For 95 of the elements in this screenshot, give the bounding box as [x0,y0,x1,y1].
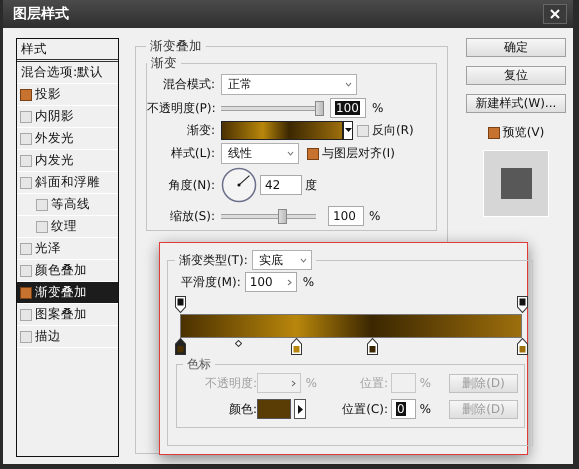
reverse-checkbox[interactable]: 反向(R) [357,122,414,139]
dropdown-button[interactable] [343,121,353,140]
dialog-button[interactable]: 复位 [466,66,566,85]
midpoint-diamond[interactable] [235,340,242,347]
section-title: 渐变叠加 [150,38,202,53]
checkbox[interactable] [20,308,32,320]
field-value: 100 [250,275,273,289]
style-list-item[interactable]: 纹理 [17,216,118,238]
unit-label: % [369,209,380,223]
slider-thumb[interactable] [315,100,324,116]
opacity-field[interactable] [257,373,301,393]
field-label: 不透明度(P): [147,100,215,116]
preview-checkbox[interactable]: 预览(V) [488,124,544,141]
unit-label: % [420,402,431,416]
field-label: 位置: [358,374,389,392]
caret-icon [344,128,352,133]
checkbox[interactable] [20,330,32,342]
chevron-icon [290,380,296,386]
checkbox[interactable] [20,242,32,254]
color-swatch[interactable] [257,399,291,419]
field-label: 不透明度: [204,374,257,392]
checkbox[interactable] [20,286,32,298]
checkbox[interactable] [488,126,500,138]
checkbox[interactable] [20,176,32,188]
window-title: 图层样式 [13,5,69,23]
color-menu-button[interactable] [294,399,306,419]
style-list-item[interactable]: 等高线 [17,194,118,216]
dialog-button[interactable]: 确定 [466,38,566,57]
field-value: 100 [335,101,360,115]
color-stop[interactable] [517,338,528,355]
style-select[interactable]: 线性 [221,143,299,164]
field-label: 颜色: [228,400,257,418]
scale-field[interactable]: 100 [328,206,364,226]
style-list-item[interactable]: 光泽 [17,238,118,260]
style-list-item[interactable]: 图案叠加 [17,304,118,326]
group-title: 色标 [187,356,211,373]
dialog-button[interactable]: 新建样式(W)... [466,94,566,113]
unit-label: % [306,376,317,390]
smoothness-field[interactable]: 100 [244,272,297,292]
checkbox[interactable] [36,220,48,232]
preview-square [500,168,532,199]
style-list-item[interactable]: 外发光 [17,128,118,150]
field-value: 0 [396,402,406,416]
slider-thumb[interactable] [278,208,287,224]
checkbox[interactable] [36,198,48,210]
unit-label: % [420,376,431,390]
style-list-item[interactable]: 斜面和浮雕 [17,172,118,194]
style-list-item[interactable]: 混合选项:默认 [17,62,118,84]
style-list-item[interactable]: 投影 [17,84,118,106]
field-label: 平滑度(M): [181,274,241,290]
chevron-icon [286,278,292,286]
style-list-item[interactable]: 渐变叠加 [17,282,118,304]
list-header: 样式 [17,39,118,62]
field-label: 角度(N): [168,176,215,194]
opacity-stop[interactable] [175,296,186,313]
field-label: 样式(L): [170,145,215,162]
angle-dial[interactable] [221,167,257,203]
triangle-icon [298,404,302,414]
style-list-item[interactable]: 内阴影 [17,106,118,128]
style-list-item[interactable]: 内发光 [17,150,118,172]
field-label: 渐变: [186,122,215,139]
checkbox[interactable] [20,132,32,144]
field-label: 缩放(S): [168,208,215,224]
angle-field[interactable]: 42 [260,175,302,195]
align-checkbox[interactable]: 与图层对齐(I) [307,145,395,162]
color-stop[interactable] [175,338,186,355]
unit-label: 度 [305,176,317,194]
caret-icon [300,258,307,262]
color-stop[interactable] [366,338,378,355]
style-list-item[interactable]: 描边 [17,326,118,348]
opacity-field[interactable]: 100 [330,98,366,118]
field-label: 位置(C): [341,400,389,418]
color-stop[interactable] [291,338,302,355]
gradient-type-select[interactable]: 实底 [252,250,312,270]
location-field[interactable] [391,373,416,393]
group-title: 渐变 [151,55,177,70]
field-value: 100 [333,209,356,223]
checkbox[interactable] [20,88,32,100]
unit-label: % [372,101,384,115]
opacity-stop[interactable] [517,296,528,313]
blend-mode-select[interactable]: 正常 [221,74,357,95]
unit-label: % [302,275,314,289]
checkbox[interactable] [307,148,319,160]
field-label: 渐变类型(T): [179,252,248,268]
checkbox[interactable] [20,264,32,276]
caret-icon [287,151,294,156]
field-label: 混合模式: [162,76,215,93]
checkbox[interactable] [357,124,369,136]
caret-icon [345,82,352,87]
location-field[interactable]: 0 [391,399,416,419]
gradient-swatch[interactable] [221,121,343,140]
close-button[interactable] [543,4,567,24]
checkbox[interactable] [20,110,32,122]
checkbox[interactable] [20,154,32,166]
close-icon [550,9,560,19]
